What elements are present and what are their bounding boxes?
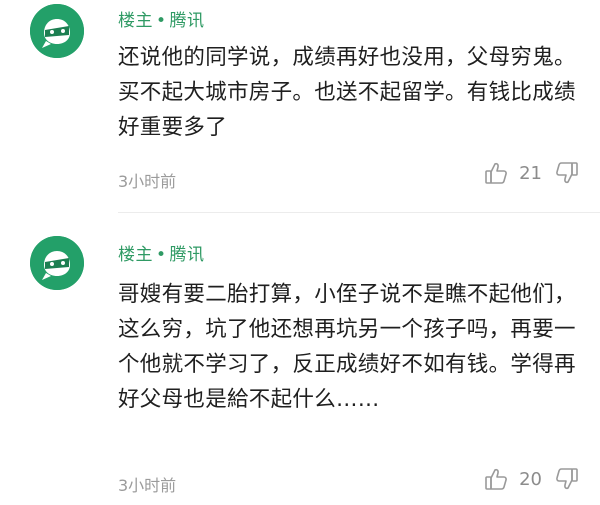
comment-actions: 21 (483, 160, 580, 186)
author-name: 楼主 (118, 11, 153, 31)
author-name: 楼主 (118, 245, 153, 265)
author-source: 腾讯 (169, 245, 205, 265)
mask-avatar-icon (30, 236, 84, 290)
avatar[interactable] (30, 4, 84, 58)
comment-time: 3小时前 (118, 172, 177, 191)
thumbs-up-icon (485, 468, 508, 490)
like-button[interactable] (483, 466, 509, 492)
comment-author-line[interactable]: 楼主 • 腾讯 (118, 240, 205, 265)
avatar[interactable] (30, 236, 84, 290)
comment-item: 楼主 • 腾讯 还说他的同学说，成绩再好也没用，父母穷鬼。买不起大城市房子。也送不起… (0, 0, 600, 214)
comment-text: 哥嫂有要二胎打算，小侄子说不是瞧不起他们，这么穷，坑了他还想再坑另一个孩子吗，再… (118, 282, 576, 412)
author-separator: • (156, 11, 167, 31)
dislike-button[interactable] (554, 466, 580, 492)
comment-author-line[interactable]: 楼主 • 腾讯 (118, 6, 205, 31)
thumbs-down-icon (556, 162, 578, 184)
comment-item: 楼主 • 腾讯 哥嫂有要二胎打算，小侄子说不是瞧不起他们，这么穷，坑了他还想再坑另一… (0, 214, 600, 505)
like-count: 21 (519, 162, 542, 184)
author-source: 腾讯 (169, 11, 205, 31)
author-separator: • (156, 245, 167, 265)
like-button[interactable] (483, 160, 509, 186)
dislike-button[interactable] (554, 160, 580, 186)
comment-divider (118, 212, 600, 213)
thumbs-up-icon (485, 162, 508, 184)
comment-text: 还说他的同学说，成绩再好也没用，父母穷鬼。买不起大城市房子。也送不起留学。有钱比… (118, 45, 576, 140)
comment-time: 3小时前 (118, 476, 177, 495)
mask-avatar-icon (30, 4, 84, 58)
like-count: 20 (519, 468, 542, 490)
thumbs-down-icon (556, 468, 578, 490)
comment-actions: 20 (483, 466, 580, 492)
